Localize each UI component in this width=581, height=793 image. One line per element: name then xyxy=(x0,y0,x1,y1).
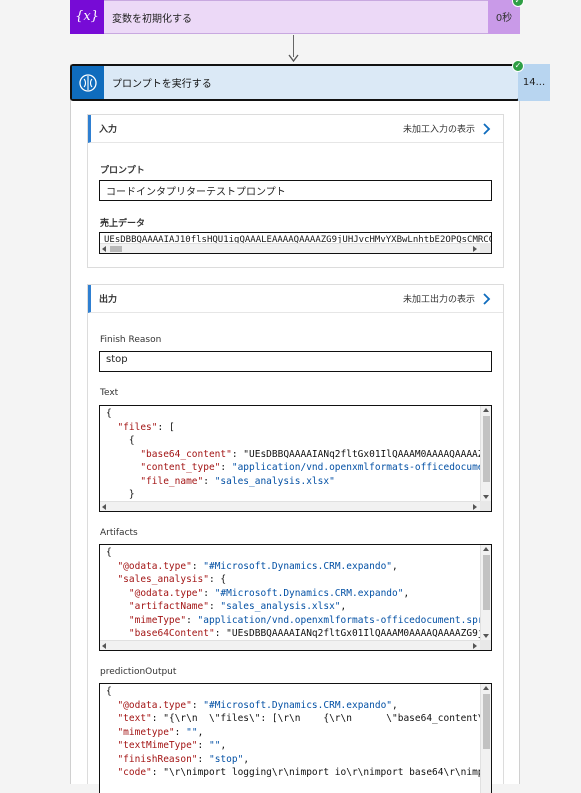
prompt-field[interactable]: コードインタプリターテストプロンプト xyxy=(99,180,492,201)
sales-data-label: 売上データ xyxy=(100,219,146,229)
chevron-right-icon[interactable] xyxy=(481,292,491,305)
text-output-code: { "files": [ { "base64_content": "UEsDBB… xyxy=(106,408,491,511)
scrollbar-thumb[interactable] xyxy=(110,246,122,252)
scroll-left-icon[interactable] xyxy=(102,504,106,510)
vertical-scrollbar[interactable] xyxy=(480,684,491,793)
chevron-right-icon[interactable] xyxy=(481,122,491,135)
horizontal-scrollbar[interactable] xyxy=(100,243,491,253)
scroll-down-icon[interactable] xyxy=(483,634,489,638)
sales-data-field[interactable]: UEsDBBQAAAAIAJ10flsHQU1igQAAALEAAAAQAAAA… xyxy=(99,232,492,254)
prediction-output-code: { "@odata.type": "#Microsoft.Dynamics.CR… xyxy=(106,686,492,778)
scroll-right-icon[interactable] xyxy=(473,504,477,510)
inputs-title: 入力 xyxy=(99,125,118,135)
prediction-output-field[interactable]: { "@odata.type": "#Microsoft.Dynamics.CR… xyxy=(99,683,492,793)
artifacts-label: Artifacts xyxy=(100,528,138,538)
artifacts-code: { "@odata.type": "#Microsoft.Dynamics.CR… xyxy=(106,547,491,650)
finish-reason-field[interactable]: stop xyxy=(99,351,492,372)
scroll-up-icon[interactable] xyxy=(483,408,489,412)
inputs-section: 入力 未加工入力の表示 プロンプト コードインタプリターテストプロンプト 売上デ… xyxy=(87,114,504,268)
check-icon: ✓ xyxy=(512,0,524,7)
scrollbar-corner xyxy=(480,501,491,511)
text-output-field[interactable]: { "files": [ { "base64_content": "UEsDBB… xyxy=(99,405,492,512)
scrollbar-thumb[interactable] xyxy=(483,555,490,610)
scrollbar-thumb[interactable] xyxy=(483,694,490,749)
text-label: Text xyxy=(100,388,119,398)
scroll-left-icon[interactable] xyxy=(102,643,106,649)
outputs-title: 出力 xyxy=(99,295,118,305)
scroll-right-icon[interactable] xyxy=(473,643,477,649)
arrow-down-icon xyxy=(288,54,299,63)
scroll-left-icon[interactable] xyxy=(102,246,106,252)
artifacts-field[interactable]: { "@odata.type": "#Microsoft.Dynamics.CR… xyxy=(99,544,492,651)
outputs-header: 出力 未加工出力の表示 xyxy=(88,285,503,313)
show-raw-outputs-link[interactable]: 未加工出力の表示 xyxy=(403,292,475,305)
vertical-scrollbar[interactable] xyxy=(480,545,491,640)
vertical-scrollbar[interactable] xyxy=(480,406,491,501)
scroll-right-icon[interactable] xyxy=(473,246,477,252)
check-icon: ✓ xyxy=(512,60,524,72)
scrollbar-corner xyxy=(480,243,491,253)
scroll-down-icon[interactable] xyxy=(483,495,489,499)
variable-icon: {x} xyxy=(70,0,104,34)
ai-brain-icon xyxy=(72,66,104,99)
scroll-up-icon[interactable] xyxy=(483,686,489,690)
scrollbar-thumb[interactable] xyxy=(483,416,490,482)
step-initialize-variable[interactable]: {x} 変数を初期化する 0秒 xyxy=(70,0,520,34)
prompt-label: プロンプト xyxy=(100,166,145,176)
inputs-header: 入力 未加工入力の表示 xyxy=(88,115,503,143)
horizontal-scrollbar[interactable] xyxy=(100,640,491,650)
step-run-prompt[interactable]: プロンプトを実行する 14... xyxy=(70,64,550,101)
horizontal-scrollbar[interactable] xyxy=(100,501,491,511)
scroll-up-icon[interactable] xyxy=(483,547,489,551)
finish-reason-label: Finish Reason xyxy=(100,335,162,345)
step-title: プロンプトを実行する xyxy=(112,79,212,90)
show-raw-inputs-link[interactable]: 未加工入力の表示 xyxy=(403,122,475,135)
outputs-section: 出力 未加工出力の表示 Finish Reason stop Text { "f… xyxy=(87,284,504,793)
prediction-output-label: predictionOutput xyxy=(100,667,177,677)
scrollbar-corner xyxy=(480,640,491,650)
step-title: 変数を初期化する xyxy=(112,13,192,25)
